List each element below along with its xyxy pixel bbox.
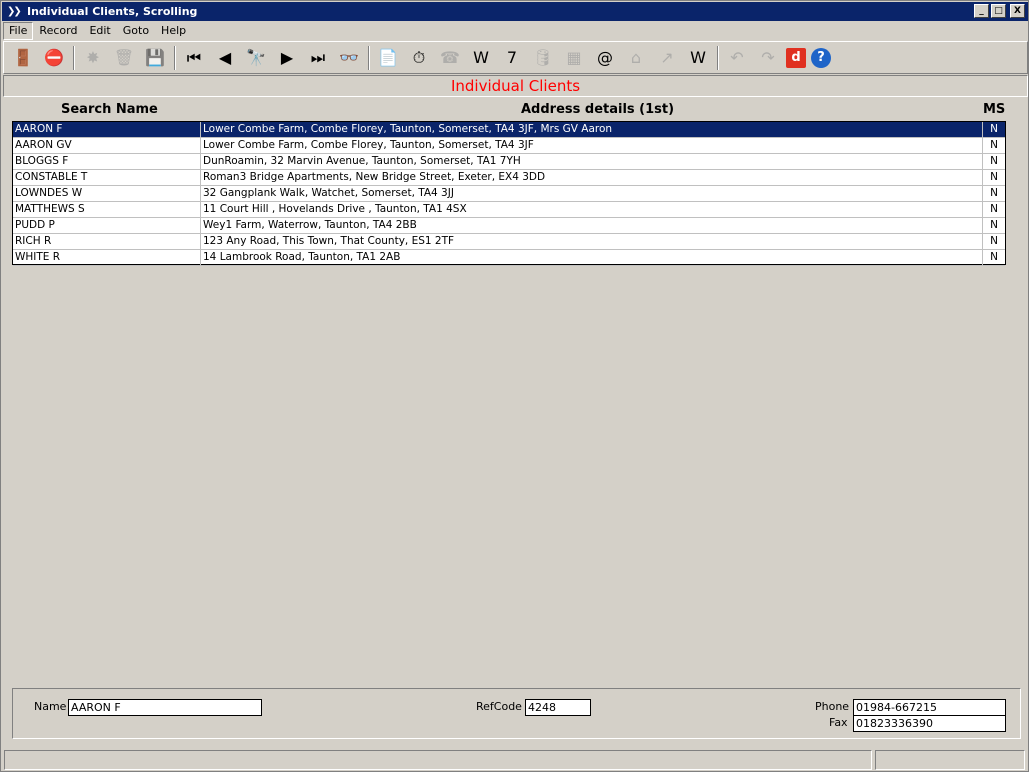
toolbar-separator — [368, 45, 370, 70]
web-icon[interactable]: W — [685, 45, 711, 71]
cell-address[interactable]: Lower Combe Farm, Combe Florey, Taunton,… — [201, 122, 983, 137]
toolbar-separator — [174, 45, 176, 70]
cell-address[interactable]: 32 Gangplank Walk, Watchet, Somerset, TA… — [201, 186, 983, 201]
detail-panel: Name AARON F RefCode 4248 Phone 01984-66… — [12, 688, 1021, 739]
name-field[interactable]: AARON F — [68, 699, 262, 716]
menu-record[interactable]: Record — [33, 23, 83, 39]
timer-icon[interactable]: ⏱ — [406, 45, 432, 71]
title-bar: ❯❯ Individual Clients, Scrolling _ □ X — [2, 2, 1028, 21]
home-icon[interactable]: ⌂ — [623, 45, 649, 71]
app-window: ❯❯ Individual Clients, Scrolling _ □ X F… — [0, 0, 1029, 772]
find-icon[interactable]: 🔭 — [243, 45, 269, 71]
first-record-icon[interactable]: ⏮ — [181, 45, 207, 71]
notes-icon[interactable]: 📄 — [375, 45, 401, 71]
cell-address[interactable]: 11 Court Hill , Hovelands Drive , Taunto… — [201, 202, 983, 217]
redo-icon[interactable]: ↷ — [755, 45, 781, 71]
maximize-button[interactable]: □ — [991, 4, 1006, 18]
calendar-icon[interactable]: 7 — [499, 45, 525, 71]
close-button[interactable]: X — [1010, 4, 1025, 18]
cell-search-name[interactable]: BLOGGS F — [13, 154, 201, 169]
cell-address[interactable]: 14 Lambrook Road, Taunton, TA1 2AB — [201, 250, 983, 265]
cell-ms[interactable]: N — [983, 202, 1005, 217]
cell-ms[interactable]: N — [983, 138, 1005, 153]
table-row[interactable]: AARON GV Lower Combe Farm, Combe Florey, … — [13, 138, 1005, 154]
table-row[interactable]: CONSTABLE T Roman3 Bridge Apartments, New… — [13, 170, 1005, 186]
toolbar: 🚪 ⛔ ✸ 🗑 💾 ⏮ ◀ 🔭 ▶ ⏭ 👓 📄 ⏱ ☎ W 7 🛢 ▦ @ ⌂ ↗ W ↶ ↷ d? — [3, 41, 1028, 74]
new-icon[interactable]: ✸ — [80, 45, 106, 71]
refcode-label: RefCode — [476, 700, 522, 713]
d-icon[interactable]: d — [786, 47, 806, 68]
help-icon[interactable]: ? — [811, 47, 831, 68]
toolbar-separator — [73, 45, 75, 70]
status-bar — [4, 750, 1028, 770]
cell-ms[interactable]: N — [983, 218, 1005, 233]
cell-ms[interactable]: N — [983, 250, 1005, 265]
clients-table: AARON F Lower Combe Farm, Combe Florey, T… — [12, 121, 1006, 266]
table-row[interactable]: LOWNDES W 32 Gangplank Walk, Watchet, Som… — [13, 186, 1005, 202]
status-pane-main — [4, 750, 872, 770]
cell-address[interactable]: Roman3 Bridge Apartments, New Bridge Str… — [201, 170, 983, 185]
table-row[interactable]: MATTHEWS S 11 Court Hill , Hovelands Driv… — [13, 202, 1005, 218]
email-icon[interactable]: @ — [592, 45, 618, 71]
menu-help[interactable]: Help — [155, 23, 192, 39]
refcode-field[interactable]: 4248 — [525, 699, 591, 716]
table-row[interactable]: PUDD P Wey1 Farm, Waterrow, Taunton, TA4 … — [13, 218, 1005, 234]
cell-search-name[interactable]: CONSTABLE T — [13, 170, 201, 185]
app-icon: ❯❯ — [7, 6, 22, 17]
cell-address[interactable]: Wey1 Farm, Waterrow, Taunton, TA4 2BB — [201, 218, 983, 233]
chart-icon[interactable]: ↗ — [654, 45, 680, 71]
minimize-button[interactable]: _ — [974, 4, 989, 18]
cell-search-name[interactable]: AARON GV — [13, 138, 201, 153]
toolbar-separator — [717, 45, 719, 70]
table-row[interactable]: AARON F Lower Combe Farm, Combe Florey, T… — [13, 122, 1005, 138]
next-record-icon[interactable]: ▶ — [274, 45, 300, 71]
phone-field[interactable]: 01984-667215 — [853, 699, 1006, 716]
name-label: Name — [34, 700, 67, 713]
column-header-address[interactable]: Address details (1st) — [521, 102, 674, 117]
cell-address[interactable]: 123 Any Road, This Town, That County, ES… — [201, 234, 983, 249]
cell-ms[interactable]: N — [983, 122, 1005, 137]
cell-address[interactable]: DunRoamin, 32 Marvin Avenue, Taunton, So… — [201, 154, 983, 169]
save-icon[interactable]: 💾 — [142, 45, 168, 71]
calculator-icon[interactable]: ▦ — [561, 45, 587, 71]
stop-icon[interactable]: ⛔ — [41, 45, 67, 71]
column-header-search-name[interactable]: Search Name — [61, 102, 158, 117]
word-icon[interactable]: W — [468, 45, 494, 71]
delete-icon[interactable]: 🗑 — [111, 45, 137, 71]
last-record-icon[interactable]: ⏭ — [305, 45, 331, 71]
status-pane-secondary — [875, 750, 1025, 770]
table-row[interactable]: BLOGGS F DunRoamin, 32 Marvin Avenue, Tau… — [13, 154, 1005, 170]
view-icon[interactable]: 👓 — [336, 45, 362, 71]
cell-search-name[interactable]: LOWNDES W — [13, 186, 201, 201]
table-row[interactable]: RICH R 123 Any Road, This Town, That Coun… — [13, 234, 1005, 250]
menu-bar: File Record Edit Goto Help — [3, 22, 1027, 40]
previous-record-icon[interactable]: ◀ — [212, 45, 238, 71]
undo-icon[interactable]: ↶ — [724, 45, 750, 71]
cell-ms[interactable]: N — [983, 186, 1005, 201]
column-header-ms[interactable]: MS — [983, 102, 1005, 117]
database-icon[interactable]: 🛢 — [530, 45, 556, 71]
menu-edit[interactable]: Edit — [83, 23, 116, 39]
cell-ms[interactable]: N — [983, 170, 1005, 185]
table-row[interactable]: WHITE R 14 Lambrook Road, Taunton, TA1 2A… — [13, 250, 1005, 266]
phone-icon[interactable]: ☎ — [437, 45, 463, 71]
cell-search-name[interactable]: WHITE R — [13, 250, 201, 265]
phone-label: Phone — [815, 700, 850, 713]
menu-file[interactable]: File — [3, 22, 34, 40]
menu-goto[interactable]: Goto — [117, 23, 155, 39]
cell-search-name[interactable]: PUDD P — [13, 218, 201, 233]
cell-ms[interactable]: N — [983, 154, 1005, 169]
exit-icon[interactable]: 🚪 — [10, 45, 36, 71]
fax-label: Fax — [829, 716, 848, 729]
cell-search-name[interactable]: RICH R — [13, 234, 201, 249]
cell-address[interactable]: Lower Combe Farm, Combe Florey, Taunton,… — [201, 138, 983, 153]
cell-search-name[interactable]: MATTHEWS S — [13, 202, 201, 217]
cell-ms[interactable]: N — [983, 234, 1005, 249]
window-title: Individual Clients, Scrolling — [27, 5, 198, 18]
cell-search-name[interactable]: AARON F — [13, 122, 201, 137]
page-title: Individual Clients — [3, 75, 1028, 97]
fax-field[interactable]: 01823336390 — [853, 715, 1006, 732]
